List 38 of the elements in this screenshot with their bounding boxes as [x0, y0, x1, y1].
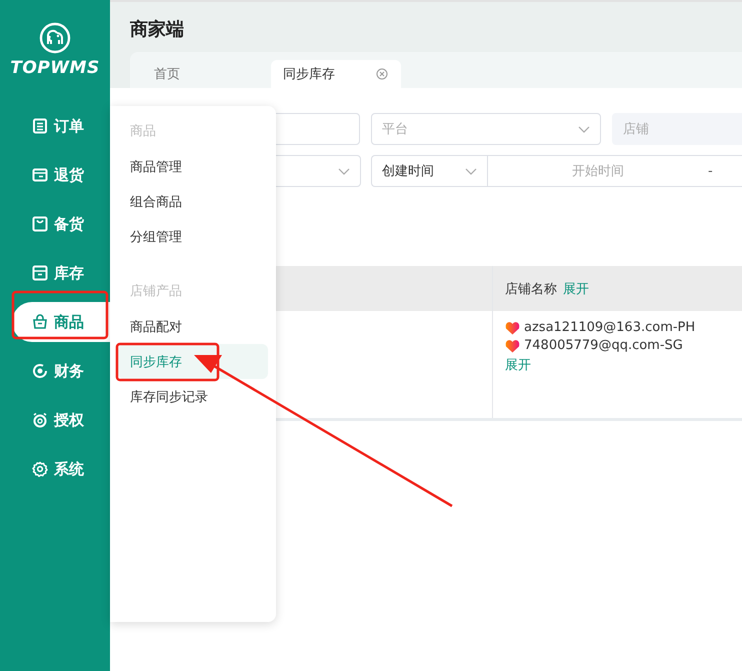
- basket-icon: [32, 314, 48, 330]
- drawer-icon: [32, 265, 48, 281]
- platform-select[interactable]: 平台: [371, 113, 601, 145]
- menu-item[interactable]: 组合商品: [118, 184, 268, 219]
- menu-group-title: 商品: [129, 123, 157, 141]
- logo-text: TOPWMS: [10, 58, 100, 78]
- settings-icon: [32, 461, 48, 477]
- menu-item[interactable]: 商品配对: [118, 309, 268, 344]
- column-header: 店铺名称: [505, 280, 557, 298]
- shop-name: azsa121109@163.com-PH: [524, 320, 696, 335]
- nav-item[interactable]: 财务: [12, 351, 110, 391]
- nav-item[interactable]: 授权: [12, 400, 110, 440]
- page-title: 商家端: [130, 18, 185, 42]
- menu-item[interactable]: 分组管理: [118, 219, 268, 254]
- bag-icon: [32, 216, 48, 232]
- elephant-logo-icon: [39, 22, 71, 54]
- clock-icon: [32, 412, 48, 428]
- chevron-down-icon: [338, 168, 350, 174]
- nav-item[interactable]: 退货: [12, 155, 110, 195]
- expand-link[interactable]: 展开: [563, 280, 589, 298]
- nav-item[interactable]: 库存: [12, 253, 110, 293]
- nav-item[interactable]: 订单: [12, 106, 110, 146]
- heart-icon: [505, 338, 520, 352]
- list-icon: [32, 118, 48, 134]
- menu-item[interactable]: 库存同步记录: [118, 379, 268, 414]
- shop-name: 748005779@qq.com-SG: [524, 338, 683, 353]
- tab[interactable]: 首页: [130, 60, 260, 88]
- menu-group-title: 店铺产品: [129, 283, 183, 301]
- menu-item[interactable]: 商品管理: [118, 149, 268, 184]
- tab[interactable]: 同步库存: [271, 60, 401, 88]
- coin-icon: [32, 363, 48, 379]
- nav-item[interactable]: 系统: [12, 449, 110, 489]
- chevron-down-icon: [578, 126, 590, 132]
- box-icon: [32, 167, 48, 183]
- nav-item[interactable]: 备货: [12, 204, 110, 244]
- heart-icon: [505, 320, 520, 334]
- close-icon[interactable]: [376, 68, 388, 80]
- expand-link[interactable]: 展开: [505, 356, 531, 374]
